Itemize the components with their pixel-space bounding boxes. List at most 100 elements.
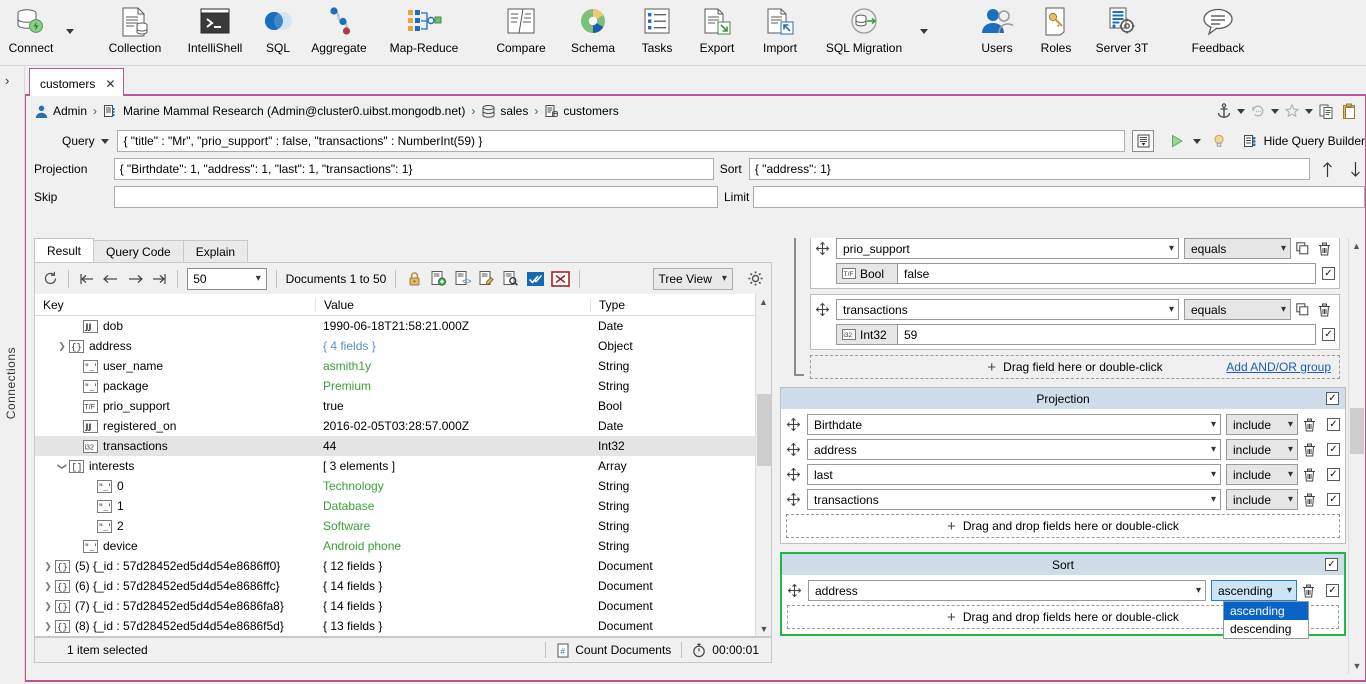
table-row[interactable]: "_" 2 Software String (35, 516, 771, 536)
settings-gear-icon[interactable] (747, 268, 765, 290)
toolbar-button-export[interactable]: Export (686, 0, 748, 62)
toolbar-button-aggregate[interactable]: Aggregate (300, 0, 378, 62)
sort-input[interactable] (748, 158, 1311, 180)
sort-direction-option-ascending[interactable]: ascending (1224, 602, 1308, 620)
move-down-icon[interactable] (1346, 159, 1365, 179)
breadcrumb-collection[interactable]: customers (563, 104, 618, 118)
result-tab-query-code[interactable]: Query Code (93, 240, 184, 263)
tab-customers[interactable]: customers ✕ (29, 68, 125, 98)
previous-page-icon[interactable] (102, 268, 120, 290)
criteria-type-badge[interactable]: T/F Bool (836, 263, 898, 284)
hint-bulb-icon[interactable] (1209, 131, 1229, 151)
add-document-icon[interactable] (429, 268, 447, 290)
table-row[interactable]: T/F prio_support true Bool (35, 396, 771, 416)
delete-sort-icon[interactable] (1302, 584, 1319, 598)
favorite-star-icon[interactable] (1282, 101, 1302, 121)
criteria-type-badge[interactable]: i32 Int32 (836, 324, 898, 345)
toolbar-button-sql-migration[interactable]: SQL Migration (812, 0, 916, 62)
sort-enabled-checkbox[interactable]: ✓ (1325, 558, 1338, 571)
projection-enabled-checkbox[interactable]: ✓ (1327, 418, 1340, 431)
sort-direction-dropdown[interactable]: ascending descending (1223, 601, 1309, 639)
expand-arrow-icon[interactable]: ❯ (41, 561, 55, 572)
projection-field-select[interactable]: Birthdate ▾ (807, 414, 1221, 435)
delete-criteria-icon[interactable] (1318, 303, 1335, 317)
scrollbar-thumb[interactable] (1350, 408, 1364, 454)
drag-handle-icon[interactable] (786, 442, 802, 457)
scroll-down-icon[interactable]: ▼ (1349, 658, 1365, 674)
chevron-down-icon-2[interactable] (1271, 108, 1279, 114)
collapse-arrow-icon[interactable]: ❯ (57, 459, 68, 473)
expand-arrow-icon[interactable]: ❯ (41, 621, 55, 632)
criteria-value-input[interactable]: 59 (898, 324, 1316, 345)
table-row[interactable]: ❯{} address { 4 fields } Object (35, 336, 771, 356)
edit-document-icon[interactable] (477, 268, 495, 290)
toolbar-button-collection[interactable]: Collection (96, 0, 174, 62)
sort-field-select[interactable]: address ▾ (808, 580, 1206, 601)
toolbar-button-feedback[interactable]: Feedback (1178, 0, 1258, 62)
table-row[interactable]: "_" 1 Database String (35, 496, 771, 516)
projection-mode-select[interactable]: include ▾ (1226, 464, 1298, 485)
expand-arrow-icon[interactable]: ❯ (55, 341, 69, 352)
table-row[interactable]: 𝗝𝗝 dob 1990-06-18T21:58:21.000Z Date (35, 316, 771, 336)
table-row[interactable]: "_" user_name asmith1y String (35, 356, 771, 376)
first-page-icon[interactable] (78, 268, 96, 290)
close-icon[interactable]: ✕ (105, 77, 115, 91)
criteria-operator-select[interactable]: equals ▾ (1184, 238, 1291, 259)
sort-enabled-checkbox[interactable]: ✓ (1326, 584, 1339, 597)
discard-changes-icon[interactable] (550, 268, 570, 290)
duplicate-criteria-icon[interactable] (1296, 242, 1313, 255)
drag-handle-icon[interactable] (787, 583, 803, 598)
drag-handle-icon[interactable] (786, 467, 802, 482)
toolbar-button-schema[interactable]: Schema (558, 0, 628, 62)
chevron-down-icon-3[interactable] (1305, 108, 1313, 114)
toolbar-button-roles[interactable]: Roles (1028, 0, 1084, 62)
drag-handle-icon[interactable] (815, 302, 831, 317)
projection-field-select[interactable]: transactions ▾ (807, 489, 1221, 510)
result-tab-result[interactable]: Result (34, 238, 95, 263)
projection-enabled-checkbox[interactable]: ✓ (1326, 392, 1339, 405)
anchor-icon[interactable] (1214, 101, 1234, 121)
toolbar-button-map-reduce[interactable]: Map-Reduce (378, 0, 470, 62)
run-query-icon[interactable] (1167, 131, 1187, 151)
table-row[interactable]: ❯{} (8) {_id : 57d28452ed5d4d54e8686f5d} {… (35, 616, 771, 636)
expand-connections-icon[interactable]: › (5, 73, 9, 88)
projection-mode-select[interactable]: include ▾ (1226, 414, 1298, 435)
page-size-select[interactable]: 50 ▾ (187, 267, 267, 290)
delete-projection-icon[interactable] (1303, 418, 1320, 432)
delete-projection-icon[interactable] (1303, 443, 1320, 457)
limit-input[interactable] (753, 186, 1365, 208)
sort-direction-select[interactable]: ascending ▾ (1211, 580, 1297, 601)
breadcrumb-database[interactable]: sales (500, 104, 528, 118)
skip-input[interactable] (114, 186, 718, 208)
criteria-enabled-checkbox[interactable]: ✓ (1322, 267, 1335, 280)
delete-projection-icon[interactable] (1303, 468, 1320, 482)
commit-changes-icon[interactable] (526, 268, 545, 290)
history-icon[interactable] (1248, 101, 1268, 121)
criteria-field-select[interactable]: prio_support ▾ (836, 238, 1179, 259)
drag-handle-icon[interactable] (786, 492, 802, 507)
expand-arrow-icon[interactable]: ❯ (41, 601, 55, 612)
duplicate-criteria-icon[interactable] (1296, 303, 1313, 316)
paste-icon[interactable] (1339, 101, 1359, 121)
hide-query-builder-button[interactable]: Hide Query Builder (1243, 134, 1365, 149)
column-header-type[interactable]: Type (590, 297, 755, 312)
chevron-down-icon[interactable] (1237, 108, 1245, 114)
toolbar-button-import[interactable]: Import (748, 0, 812, 62)
refresh-icon[interactable] (41, 268, 59, 290)
projection-enabled-checkbox[interactable]: ✓ (1327, 468, 1340, 481)
run-options-caret-icon[interactable] (1192, 138, 1201, 144)
breadcrumb-user[interactable]: Admin (53, 104, 87, 118)
find-document-icon[interactable] (502, 268, 520, 290)
drag-handle-icon[interactable] (815, 241, 831, 256)
toolbar-button-users[interactable]: Users (966, 0, 1028, 62)
view-document-icon[interactable]: <> (453, 268, 471, 290)
query-input[interactable] (117, 130, 1126, 152)
copy-icon[interactable] (1316, 101, 1336, 121)
delete-projection-icon[interactable] (1303, 493, 1320, 507)
next-page-icon[interactable] (126, 268, 144, 290)
delete-criteria-icon[interactable] (1318, 242, 1335, 256)
breadcrumb-connection[interactable]: Marine Mammal Research (Admin@cluster0.u… (123, 104, 465, 118)
toolbar-button-connect[interactable]: Connect (0, 0, 62, 62)
projection-mode-select[interactable]: include ▾ (1226, 489, 1298, 510)
query-mode-caret-icon[interactable] (101, 138, 110, 144)
